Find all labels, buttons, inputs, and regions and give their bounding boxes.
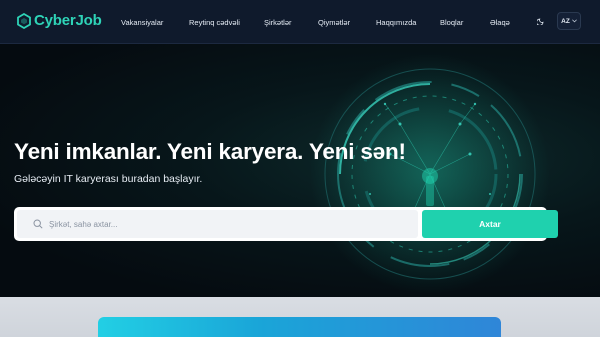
nav-item-vakansiyalar[interactable]: Vakansiyalar	[121, 18, 163, 27]
theme-toggle-button[interactable]	[532, 12, 550, 30]
search-input[interactable]	[49, 210, 409, 238]
hexagon-logo-icon	[17, 12, 31, 29]
brand-logo[interactable]: CyberJob	[17, 12, 102, 29]
hero-section: Yeni imkanlar. Yeni karyera. Yeni sən! G…	[0, 44, 600, 297]
nav-item-sirketler[interactable]: Şirkətlər	[264, 18, 292, 27]
nav-item-elaqe[interactable]: Əlaqə	[490, 18, 510, 27]
search-bar: Axtar	[14, 207, 558, 241]
search-field	[17, 210, 418, 238]
nav-item-qiymetler[interactable]: Qiymətlər	[318, 18, 350, 27]
search-icon	[33, 219, 43, 229]
top-navbar: CyberJob Vakansiyalar Reytinq cədvəli Şi…	[0, 0, 600, 44]
brand-name: CyberJob	[34, 12, 102, 29]
hero-title: Yeni imkanlar. Yeni karyera. Yeni sən!	[14, 139, 406, 164]
lower-section	[0, 297, 600, 337]
nav-item-bloqlar[interactable]: Bloqlar	[440, 18, 463, 27]
nav-item-reytinq[interactable]: Reytinq cədvəli	[189, 18, 240, 27]
nav-item-haqqimizda[interactable]: Haqqımızda	[376, 18, 416, 27]
cyber-lock-illustration	[310, 54, 550, 294]
language-selector[interactable]: AZ	[557, 12, 581, 30]
promo-banner	[98, 317, 501, 337]
search-button[interactable]: Axtar	[422, 210, 558, 238]
language-label: AZ	[561, 17, 570, 25]
hero-subtitle: Gələcəyin IT karyerası buradan başlayır.	[14, 173, 203, 185]
chevron-down-icon	[571, 19, 577, 23]
moon-icon	[537, 18, 544, 25]
